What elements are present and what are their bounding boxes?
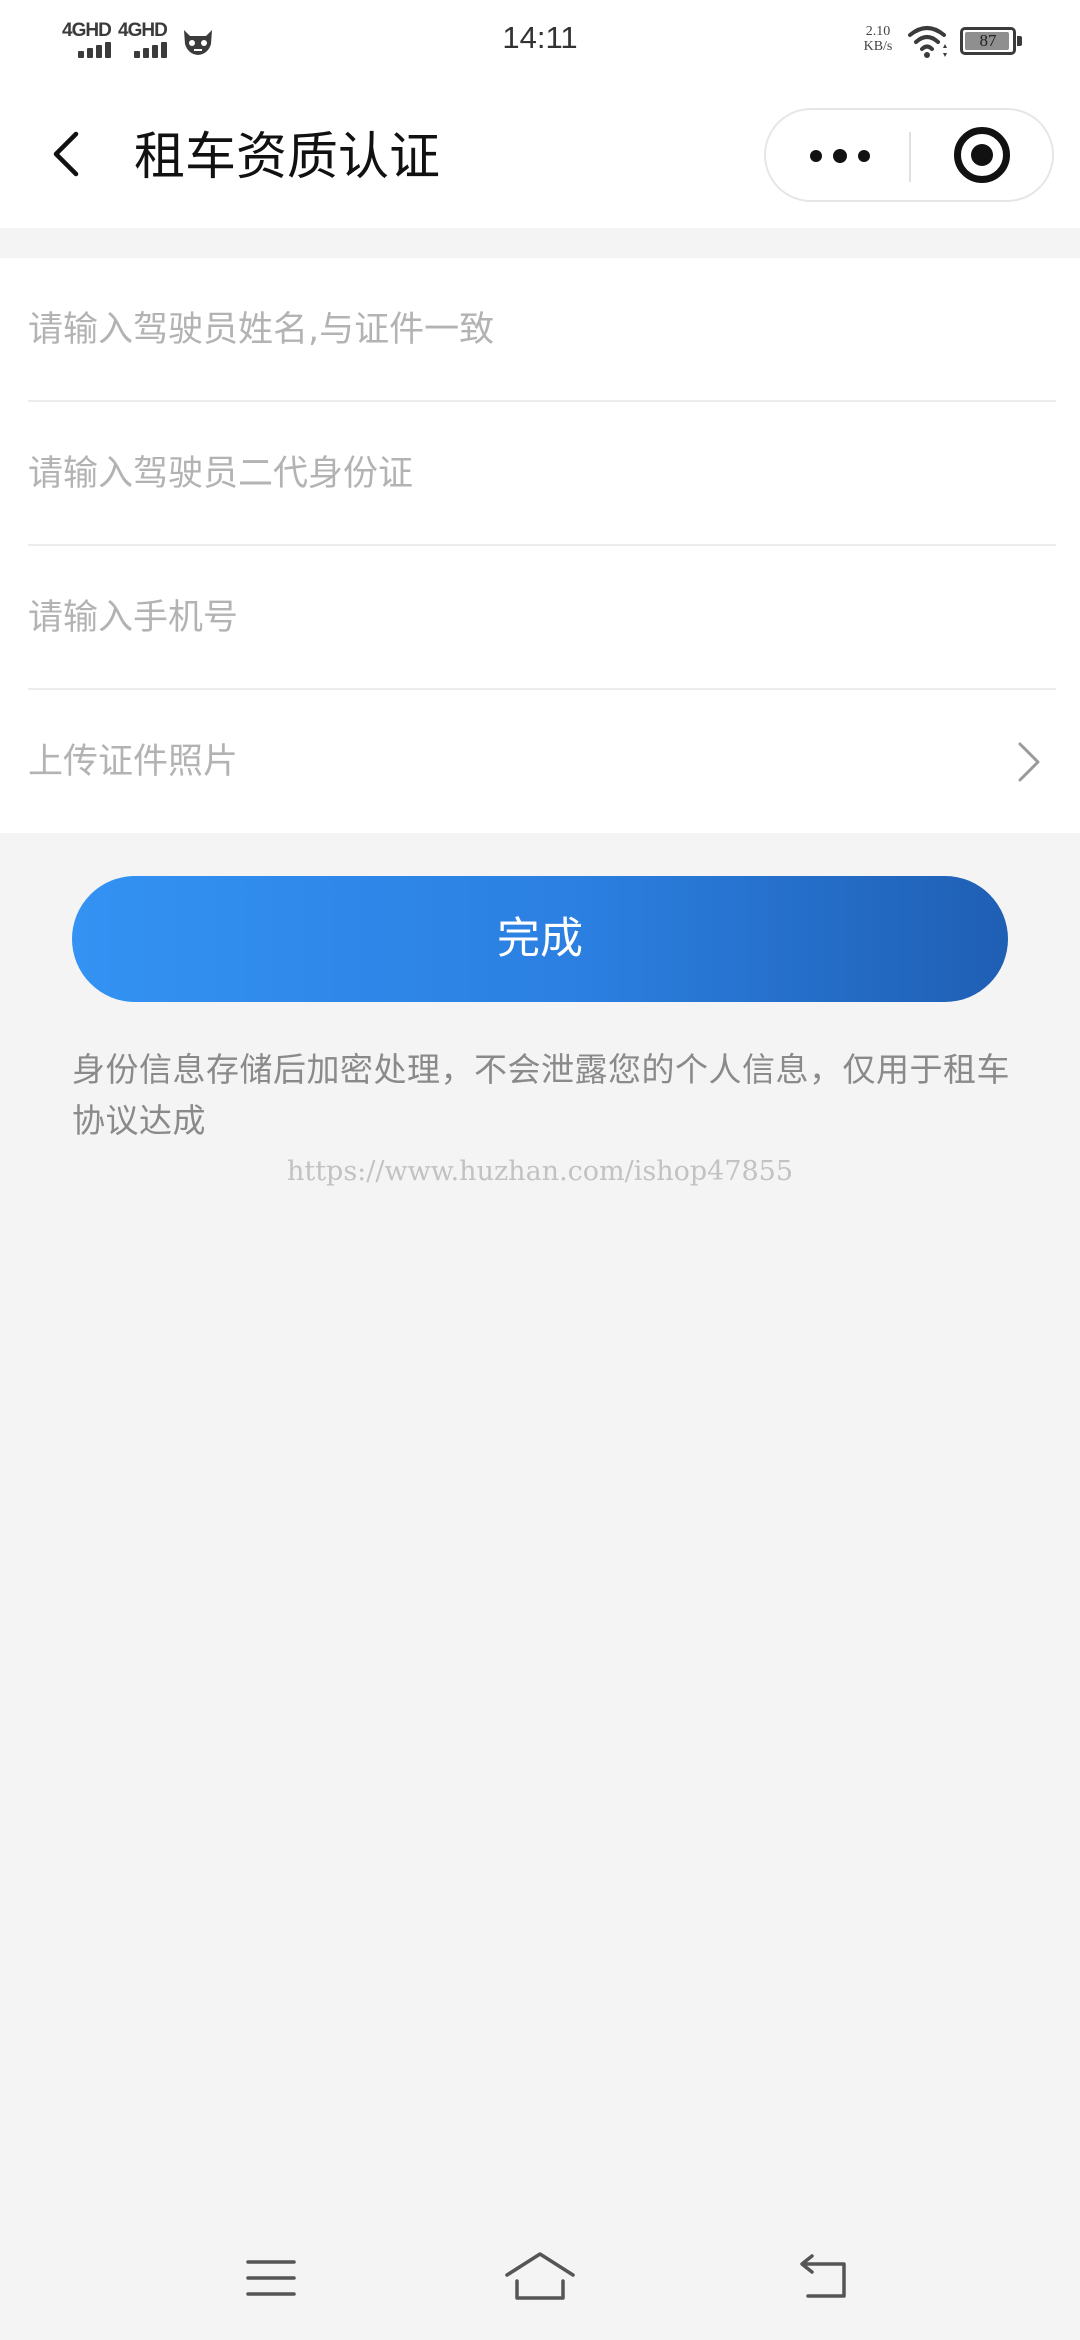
complete-button[interactable]: 完成 (72, 876, 1008, 1002)
system-navigation-bar (0, 2230, 1080, 2340)
id-card-row (0, 402, 1080, 546)
close-miniprogram-icon[interactable] (954, 127, 1010, 183)
watermark-text: https://www.huzhan.com/ishop47855 (286, 1156, 794, 1187)
miniprogram-capsule (764, 108, 1054, 202)
chevron-right-icon (1018, 742, 1040, 782)
privacy-notice: 身份信息存储后加密处理，不会泄露您的个人信息，仅用于租车协议达成 (72, 1050, 1010, 1140)
phone-row (0, 546, 1080, 690)
upload-photo-row[interactable]: 上传证件照片 (0, 690, 1080, 834)
speed-value: 2.10 (865, 24, 891, 39)
battery-icon: 87 (960, 27, 1022, 55)
network-speed: 2.10 KB/s (858, 24, 898, 54)
back-arrow-icon[interactable] (40, 122, 96, 186)
qualification-form: 上传证件照片 (0, 258, 1080, 833)
menu-icon[interactable] (236, 2248, 306, 2308)
navigation-bar: 租车资质认证 (0, 80, 1080, 228)
more-options-icon[interactable] (806, 136, 896, 176)
home-icon[interactable] (505, 2248, 575, 2308)
status-bar: 4GHD 4GHD 14:11 2.10 KB/s 87 (0, 0, 1080, 80)
capsule-divider (909, 132, 911, 182)
battery-level: 87 (979, 31, 997, 50)
back-icon[interactable] (790, 2248, 860, 2308)
upload-photo-label: 上传证件照片 (28, 742, 239, 782)
id-card-input[interactable] (28, 402, 1038, 546)
page-title: 租车资质认证 (134, 128, 441, 187)
driver-name-input[interactable] (28, 258, 1038, 402)
phone-input[interactable] (28, 546, 1038, 690)
wifi-icon (908, 26, 947, 58)
driver-name-row (0, 258, 1080, 402)
speed-unit: KB/s (863, 39, 893, 54)
